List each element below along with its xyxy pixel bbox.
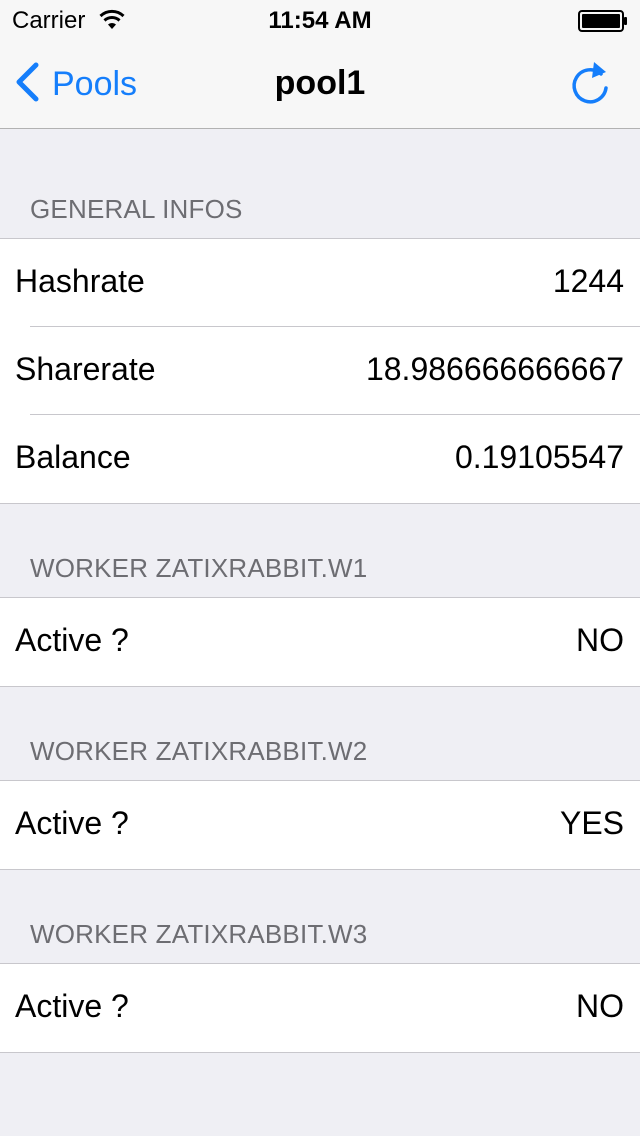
battery-icon — [578, 10, 628, 37]
row-value: NO — [576, 988, 624, 1024]
general-infos-group: Hashrate 1244 Sharerate 18.986666666667 … — [0, 238, 640, 504]
table-row-active-w2[interactable]: Active ? YES — [0, 781, 640, 869]
row-label: Active ? — [15, 805, 129, 841]
section-header-worker-w2: WORKER ZATIXRABBIT.W2 — [30, 736, 368, 766]
status-bar: Carrier 11:54 AM — [0, 0, 640, 40]
status-time: 11:54 AM — [268, 7, 372, 34]
row-label: Balance — [15, 439, 131, 475]
page-title: pool1 — [274, 64, 366, 102]
table-row-sharerate[interactable]: Sharerate 18.986666666667 — [0, 327, 640, 415]
refresh-button[interactable] — [568, 58, 612, 110]
row-value: NO — [576, 622, 624, 658]
worker-w1-group: Active ? NO — [0, 597, 640, 687]
row-value: YES — [559, 805, 624, 841]
table-row-hashrate[interactable]: Hashrate 1244 — [0, 239, 640, 327]
row-value: 1244 — [552, 263, 624, 299]
section-header-worker-w3: WORKER ZATIXRABBIT.W3 — [30, 919, 368, 949]
worker-w3-group: Active ? NO — [0, 963, 640, 1053]
navigation-bar: Pools pool1 — [0, 40, 640, 129]
table-row-balance[interactable]: Balance 0.19105547 — [0, 415, 640, 503]
table-row-active-w1[interactable]: Active ? NO — [0, 598, 640, 686]
worker-w2-group: Active ? YES — [0, 780, 640, 870]
table-row-active-w3[interactable]: Active ? NO — [0, 964, 640, 1052]
row-label: Sharerate — [15, 351, 156, 387]
refresh-icon — [568, 62, 612, 114]
row-label: Active ? — [15, 988, 129, 1024]
row-label: Active ? — [15, 622, 129, 658]
section-header-general-infos: GENERAL INFOS — [30, 194, 243, 224]
row-label: Hashrate — [15, 263, 145, 299]
row-value: 0.19105547 — [454, 439, 624, 475]
row-value: 18.986666666667 — [365, 351, 624, 387]
section-header-worker-w1: WORKER ZATIXRABBIT.W1 — [30, 553, 368, 583]
